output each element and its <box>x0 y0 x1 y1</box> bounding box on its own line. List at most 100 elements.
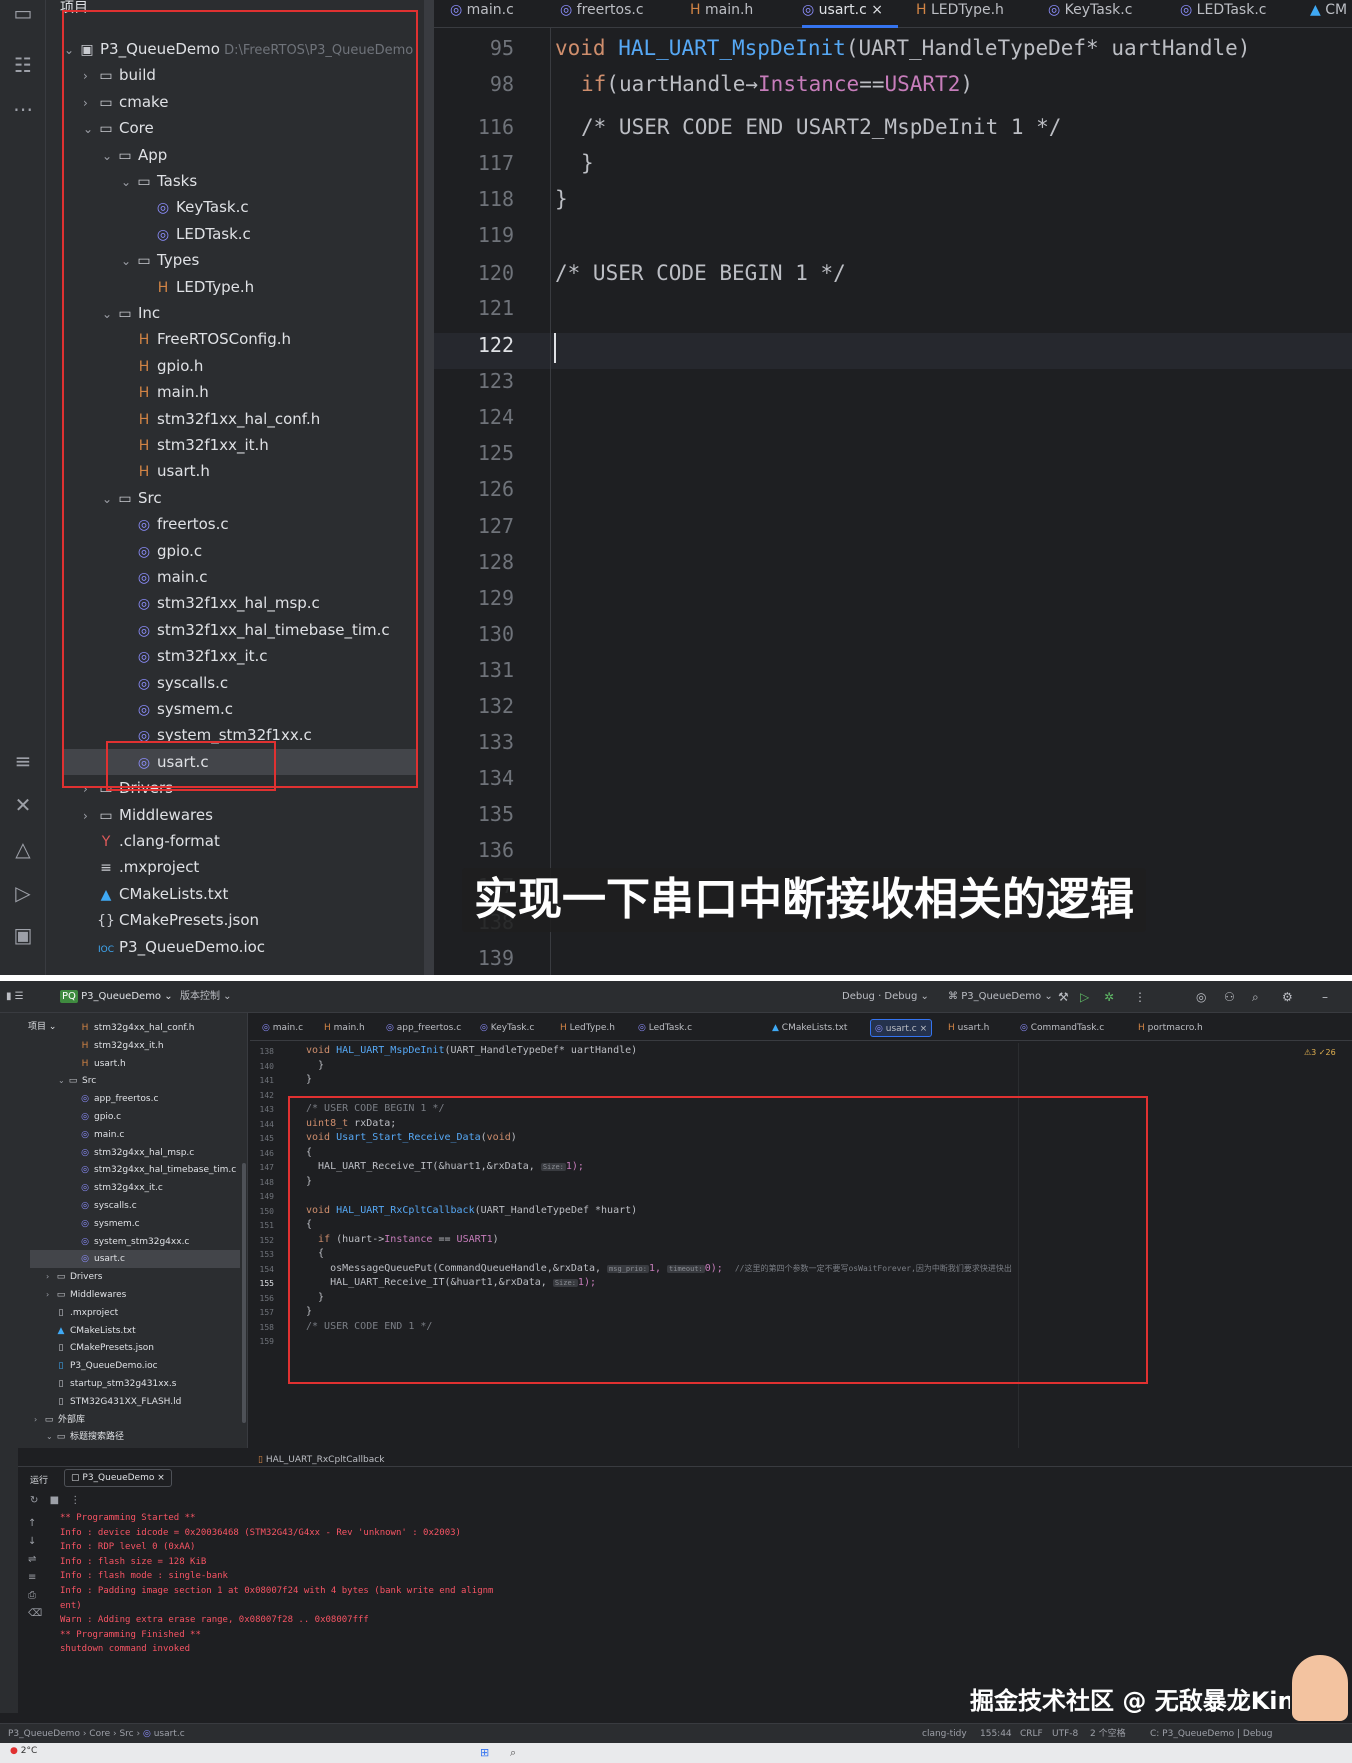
rerun-icon[interactable]: ↻ <box>30 1495 38 1506</box>
terminal-icon[interactable]: ▣ <box>10 922 36 948</box>
tree-item-syscalls-c[interactable]: ◎ syscalls.c <box>70 1197 137 1215</box>
tree-item--mxproject[interactable]: ▯ .mxproject <box>46 1304 119 1322</box>
status-encoding[interactable]: UTF-8 <box>1052 1724 1078 1744</box>
run-tab-p3-queuedemo[interactable]: ▢ P3_QueueDemo × <box>64 1469 172 1487</box>
stop-icon[interactable]: ■ <box>50 1495 59 1506</box>
structure-icon[interactable]: ☷ <box>10 52 36 78</box>
status-breadcrumb[interactable]: P3_QueueDemo › Core › Src › ◎ usart.c <box>8 1724 185 1744</box>
arrow-up-icon[interactable]: ↑ <box>28 1515 40 1533</box>
tree-item--mxproject[interactable]: ≡ .mxproject <box>83 854 199 880</box>
tab-usart-c[interactable]: ◎ usart.c × <box>870 1019 933 1037</box>
trash-icon[interactable]: ⌫ <box>28 1605 42 1623</box>
project-scrollbar[interactable] <box>242 1163 246 1423</box>
run-icon[interactable]: ▷ <box>1080 981 1089 1013</box>
tree-item-drivers[interactable]: › ▭ Drivers <box>46 1268 102 1286</box>
build-icon[interactable]: ⚒ <box>1058 981 1069 1013</box>
account-icon[interactable]: ⚇ <box>1224 981 1235 1013</box>
tree-item-middlewares[interactable]: › ▭ Middlewares <box>83 802 213 828</box>
chevron-right-icon[interactable]: › <box>83 803 97 829</box>
wrench-icon[interactable]: ✕ <box>10 792 36 818</box>
run-config-selector[interactable]: Debug · Debug ⌄ <box>842 981 929 1013</box>
tab-ledtask-c[interactable]: ◎ LEDTask.c <box>1180 0 1266 28</box>
print-icon[interactable]: ⎙ <box>28 1587 40 1605</box>
search-icon[interactable]: ⌕ <box>1252 981 1259 1013</box>
chevron-right-icon[interactable]: › <box>46 1286 56 1304</box>
tree-item--[interactable]: › ▭ 外部库 <box>34 1411 85 1429</box>
tree-item-stm32g4xx-hal-conf-h[interactable]: Hstm32g4xx_hal_conf.h <box>70 1019 195 1037</box>
status-line-ending[interactable]: CRLF <box>1020 1724 1043 1744</box>
tab-cmakelists[interactable]: ▲ CMakeLists.txt <box>772 1019 847 1037</box>
ai-assistant-icon[interactable]: ◎ <box>1196 981 1206 1013</box>
wrap-icon[interactable]: ⇌ <box>28 1551 40 1569</box>
chevron-right-icon[interactable]: › <box>34 1411 44 1429</box>
tree-item-usart-c[interactable]: ◎ usart.c <box>30 1250 240 1269</box>
start-icon[interactable]: ⊞ <box>480 1746 489 1759</box>
list-icon[interactable]: ≡ <box>10 748 36 774</box>
weather-widget[interactable]: ● 2°C <box>10 1746 37 1756</box>
tree-item-p3-queuedemo-ioc[interactable]: IOC P3_QueueDemo.ioc <box>83 934 265 960</box>
tab-ledtask-c[interactable]: ◎ LedTask.c <box>638 1019 692 1037</box>
sort-icon[interactable]: ≡ <box>28 1569 40 1587</box>
tab-ledtype-h[interactable]: H LedType.h <box>560 1019 615 1037</box>
tree-item-usart-h[interactable]: Husart.h <box>70 1055 126 1073</box>
tab-main-c[interactable]: ◎ main.c <box>450 0 514 28</box>
status-clang-tidy[interactable]: clang-tidy <box>922 1724 967 1744</box>
tree-item-startup-stm32g431xx-s[interactable]: ▯ startup_stm32g431xx.s <box>46 1375 177 1393</box>
more-icon[interactable]: ⋯ <box>10 96 36 122</box>
project-panel-title[interactable]: 项目 ⌄ <box>28 1019 56 1032</box>
tree-item-cmakelists-txt[interactable]: ▲ CMakeLists.txt <box>83 881 229 907</box>
inspection-widget[interactable]: ⚠3 ✓26 <box>1304 1048 1336 1057</box>
debug-icon[interactable]: ✲ <box>1104 981 1114 1013</box>
project-scrollbar[interactable] <box>424 0 434 975</box>
tree-item-gpio-c[interactable]: ◎ gpio.c <box>70 1108 121 1126</box>
chevron-down-icon[interactable]: ⌄ <box>58 1072 68 1090</box>
tree-item-sysmem-c[interactable]: ◎ sysmem.c <box>70 1215 140 1233</box>
tree-item-stm32g4xx-it-c[interactable]: ◎ stm32g4xx_it.c <box>70 1179 163 1197</box>
tree-item-p3-queuedemo-ioc[interactable]: ▯ P3_QueueDemo.ioc <box>46 1357 158 1375</box>
tree-item--clang-format[interactable]: Y .clang-format <box>83 828 220 854</box>
tree-item-app-freertos-c[interactable]: ◎ app_freertos.c <box>70 1090 158 1108</box>
code-editor[interactable] <box>434 0 1352 975</box>
tab-keytask-c[interactable]: ◎ KeyTask.c <box>480 1019 534 1037</box>
tree-item-src[interactable]: ⌄ ▭ Src <box>58 1072 96 1090</box>
tab-main-h[interactable]: H main.h <box>690 0 753 28</box>
tree-item-middlewares[interactable]: › ▭ Middlewares <box>46 1286 126 1304</box>
tree-item-system-stm32g4xx-c[interactable]: ◎ system_stm32g4xx.c <box>70 1233 189 1251</box>
tree-item-stm32g4xx-hal-timebase-tim-c[interactable]: ◎ stm32g4xx_hal_timebase_tim.c <box>70 1161 236 1179</box>
tree-item-stm32g431xx-flash-ld[interactable]: ▯ STM32G431XX_FLASH.ld <box>46 1393 182 1411</box>
tab-app-freertos-c[interactable]: ◎ app_freertos.c <box>386 1019 461 1037</box>
chevron-down-icon[interactable]: ⌄ <box>46 1428 56 1446</box>
close-icon[interactable]: × <box>920 1024 928 1034</box>
tree-item--[interactable]: ⌄ ▭ 标题搜索路径 <box>46 1428 124 1446</box>
tab-commandtask-c[interactable]: ◎ CommandTask.c <box>1020 1019 1104 1037</box>
close-icon[interactable]: × <box>867 2 883 18</box>
vcs-menu[interactable]: 版本控制 ⌄ <box>180 981 232 1013</box>
tab-cmake[interactable]: ▲ CM <box>1310 0 1347 28</box>
tree-item-stm32g4xx-it-h[interactable]: Hstm32g4xx_it.h <box>70 1037 164 1055</box>
target-selector[interactable]: ⌘ P3_QueueDemo ⌄ <box>948 981 1053 1013</box>
tree-item-cmakepresets-json[interactable]: {} CMakePresets.json <box>83 907 259 933</box>
tab-main-h[interactable]: H main.h <box>324 1019 365 1037</box>
main-menu-icon[interactable]: ▮ ☰ <box>6 981 24 1013</box>
more-icon[interactable]: ⋮ <box>70 1495 80 1506</box>
project-switcher[interactable]: PQ P3_QueueDemo ⌄ <box>60 981 173 1013</box>
tree-item-stm32g4xx-hal-msp-c[interactable]: ◎ stm32g4xx_hal_msp.c <box>70 1144 194 1162</box>
tree-item-cmakelists-txt[interactable]: ▲ CMakeLists.txt <box>46 1322 136 1340</box>
warning-icon[interactable]: △ <box>10 836 36 862</box>
tab-usart-h[interactable]: H usart.h <box>948 1019 989 1037</box>
tab-usart-c[interactable]: ◎ usart.c × <box>802 0 898 28</box>
tab-keytask-c[interactable]: ◎ KeyTask.c <box>1048 0 1132 28</box>
settings-gear-icon[interactable]: ⚙ <box>1282 981 1293 1013</box>
tree-item-main-c[interactable]: ◎ main.c <box>70 1126 124 1144</box>
minimize-icon[interactable]: – <box>1322 981 1328 1013</box>
status-caret-position[interactable]: 155:44 <box>980 1724 1012 1744</box>
folder-icon[interactable]: ▭ <box>10 0 36 26</box>
close-icon[interactable]: × <box>157 1473 165 1483</box>
tab-ledtype-h[interactable]: H LEDType.h <box>916 0 1004 28</box>
chevron-right-icon[interactable]: › <box>46 1268 56 1286</box>
status-indent[interactable]: 2 个空格 <box>1090 1724 1126 1744</box>
tab-main-c[interactable]: ◎ main.c <box>262 1019 303 1037</box>
search-icon[interactable]: ⌕ <box>510 1746 516 1760</box>
tab-portmacro-h[interactable]: H portmacro.h <box>1138 1019 1203 1037</box>
tab-freertos-c[interactable]: ◎ freertos.c <box>560 0 644 28</box>
